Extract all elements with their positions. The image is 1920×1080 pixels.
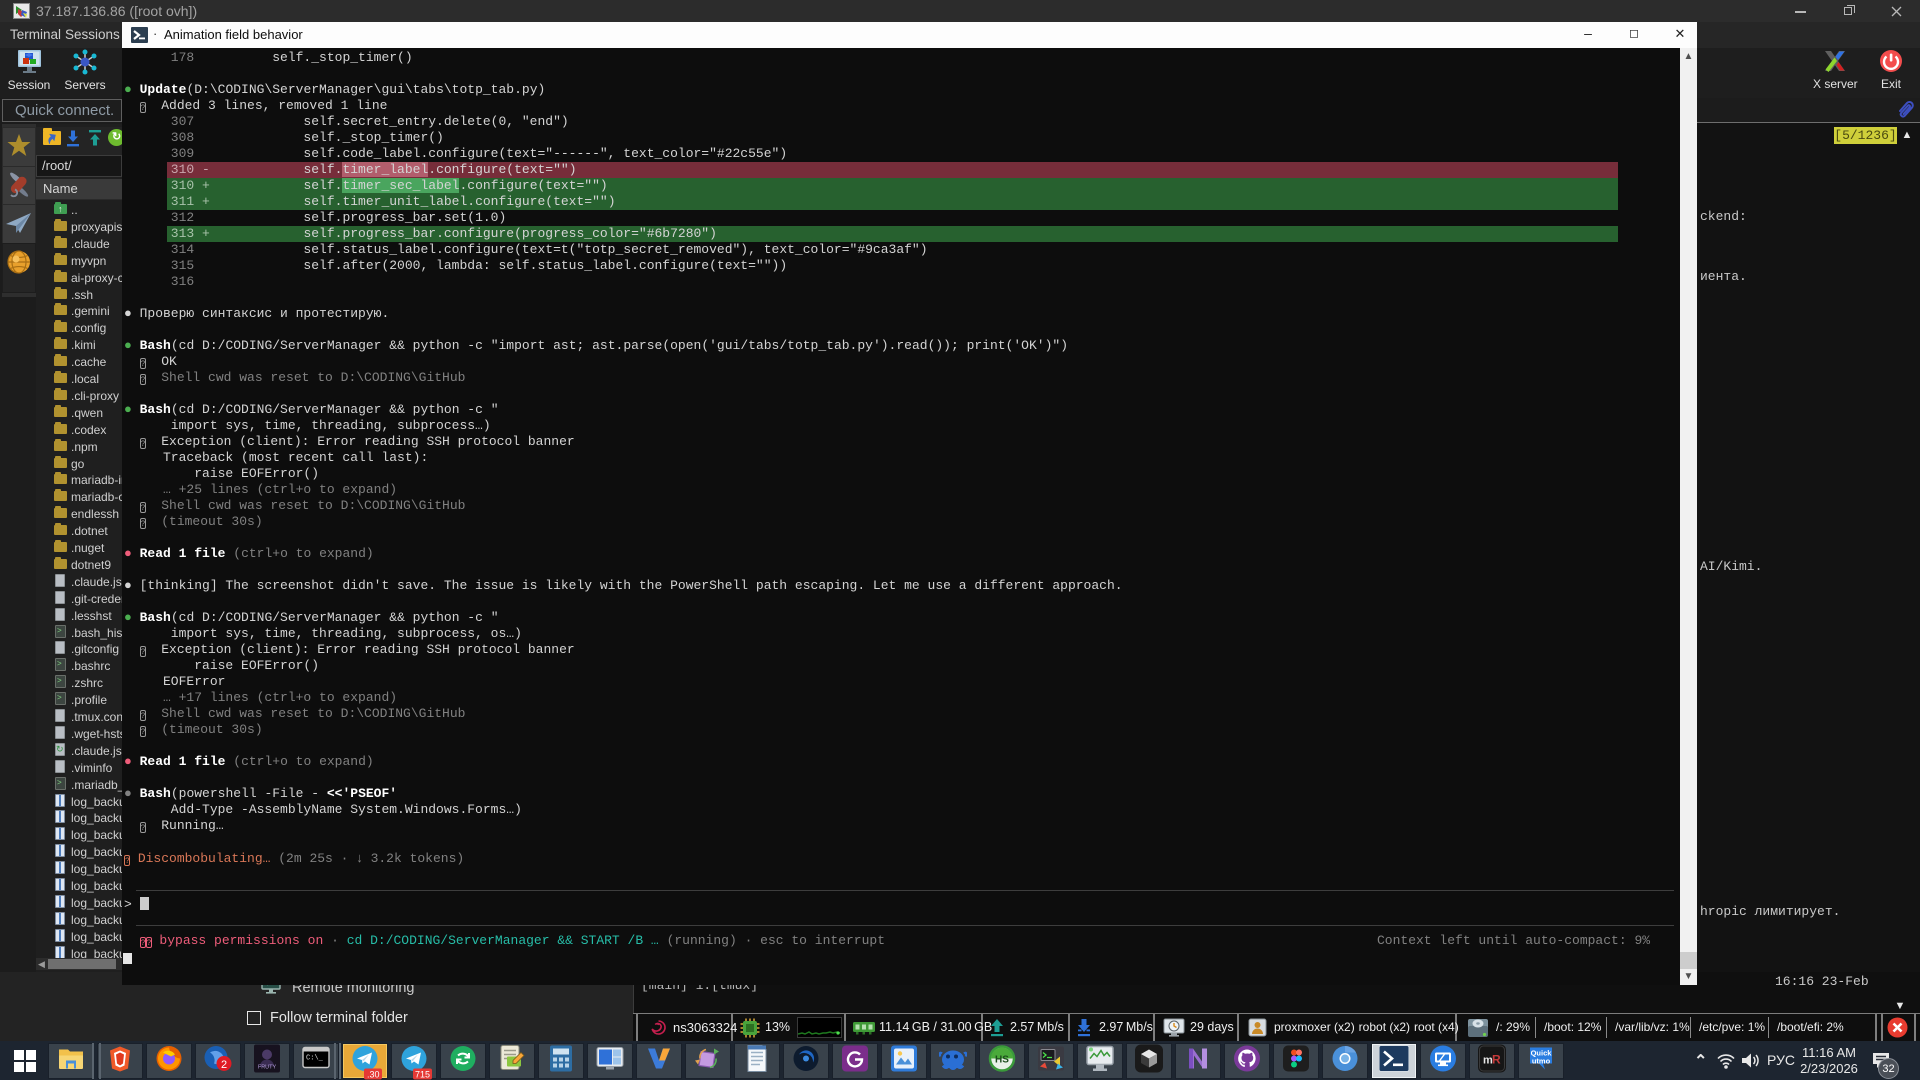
svg-text:C:\_: C:\_	[306, 1055, 324, 1063]
svg-text:R: R	[1492, 1053, 1501, 1067]
svg-text:utmo: utmo	[1532, 1057, 1551, 1066]
svg-text:2: 2	[221, 1059, 227, 1071]
svg-text:HS: HS	[995, 1055, 1009, 1066]
svg-text:FRUTY: FRUTY	[258, 1065, 277, 1071]
